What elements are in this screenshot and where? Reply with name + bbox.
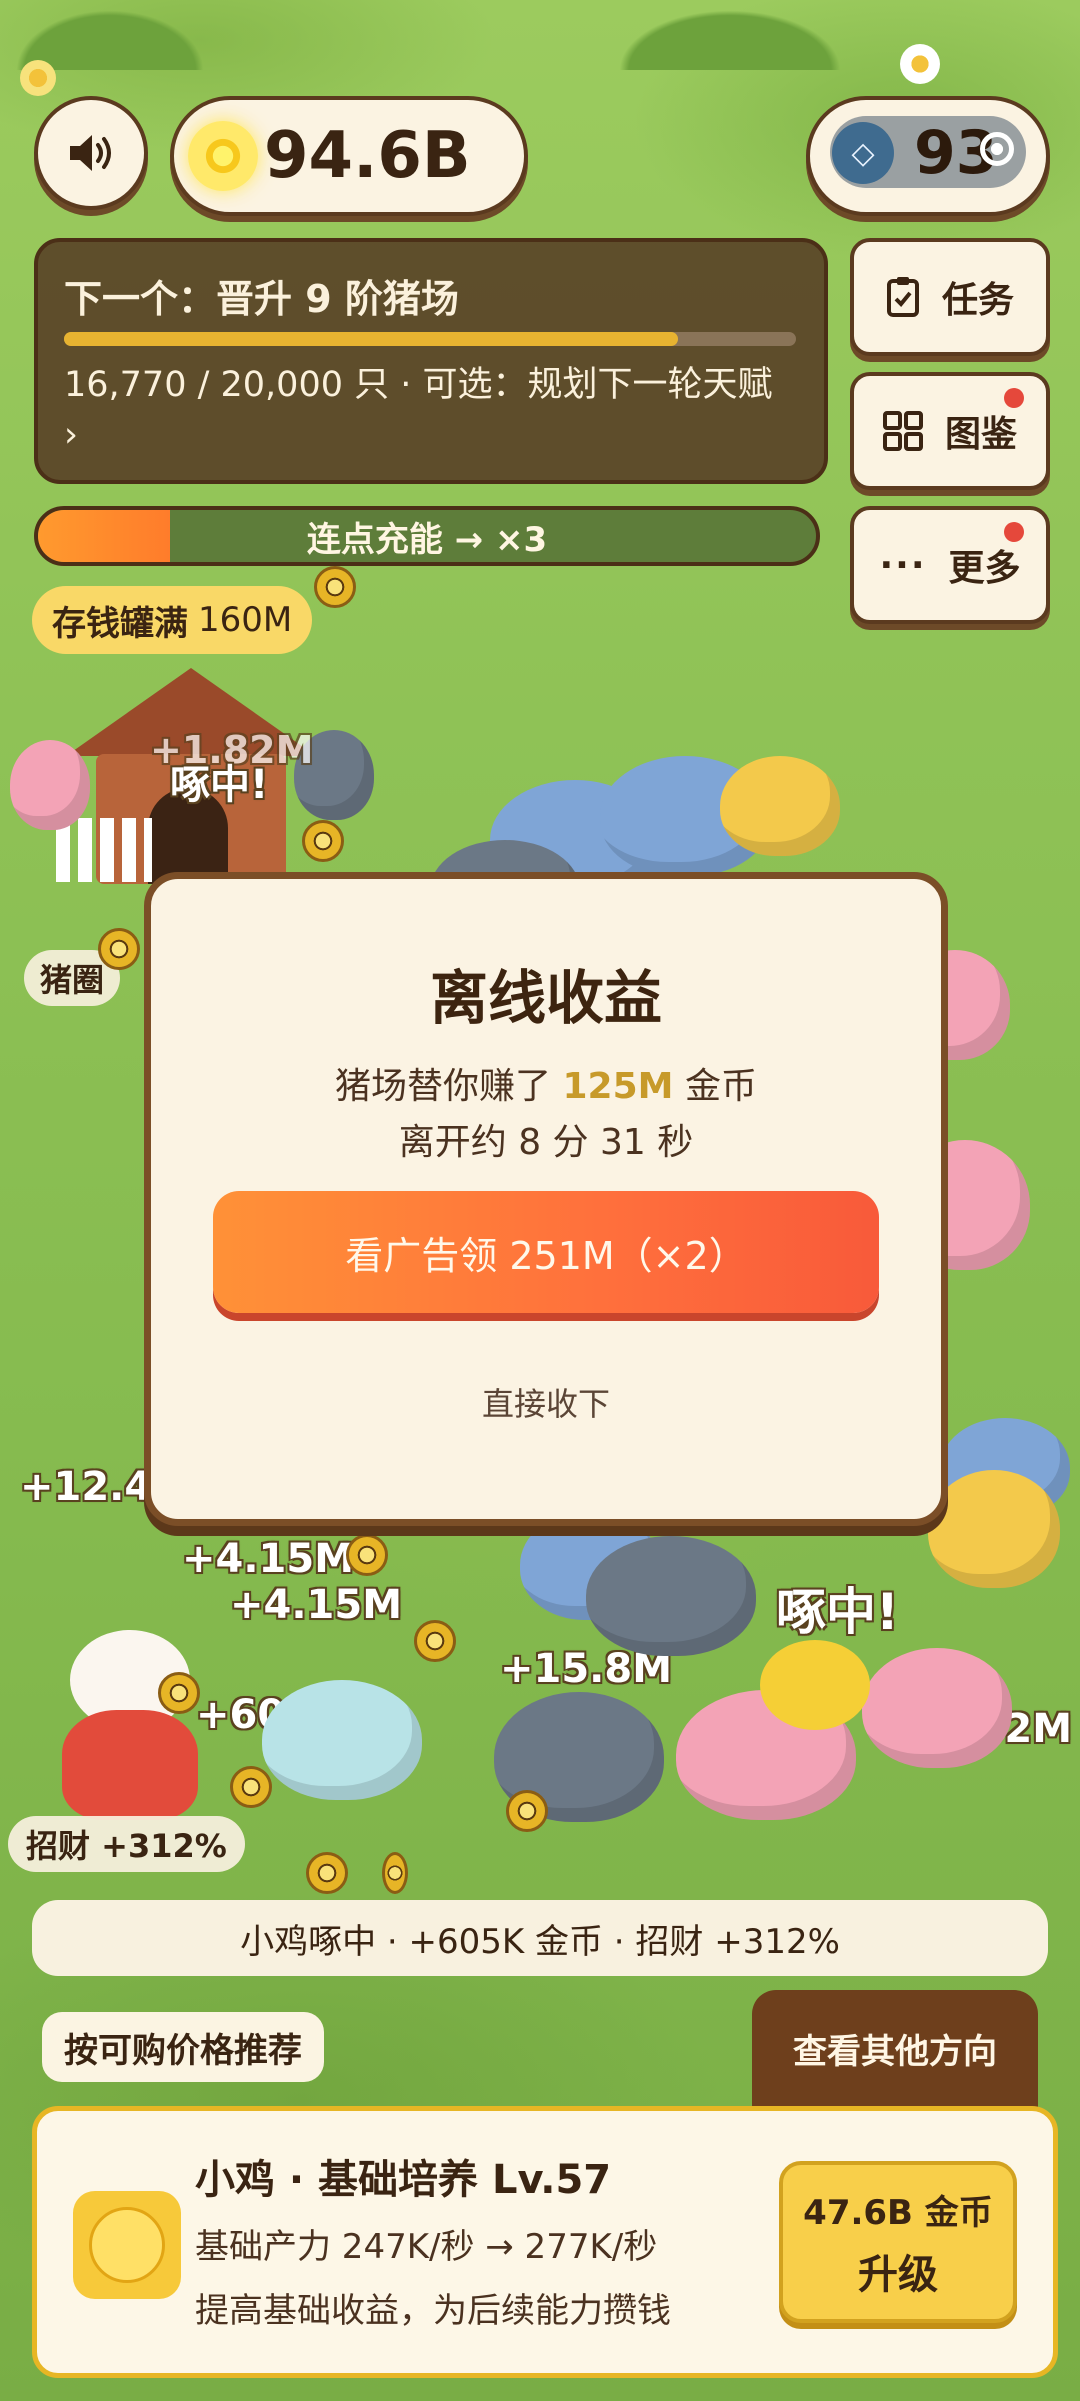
away-time: 离开约 8 分 31 秒	[398, 1122, 694, 1163]
pig[interactable]	[862, 1648, 1012, 1768]
upgrade-button[interactable]: 47.6B 金币 升级	[779, 2161, 1017, 2323]
charge-label: 连点充能 → ×3	[306, 519, 548, 560]
coin-drop[interactable]	[98, 928, 140, 970]
earn-float: +4.15M	[230, 1582, 403, 1628]
upgrade-line-2: 提高基础收益，为后续能力攒钱	[195, 2291, 671, 2331]
earned-amount: 125M	[562, 1066, 674, 1107]
other-direction-label: 查看其他方向	[793, 2032, 997, 2072]
watch-ad-button[interactable]: 看广告领 251M（×2）	[213, 1191, 879, 1313]
watch-ad-label: 看广告领 251M（×2）	[345, 1233, 747, 1278]
collect-directly-button[interactable]: 直接收下	[151, 1379, 941, 1425]
pig[interactable]	[720, 756, 840, 856]
record-icon	[980, 132, 1014, 166]
coin-drop[interactable]	[230, 1766, 272, 1808]
tap-charge-bar[interactable]: 连点充能 → ×3	[34, 506, 820, 566]
more-button[interactable]: ··· 更多	[850, 506, 1050, 624]
flower-icon	[20, 60, 56, 96]
tasks-button[interactable]: 任务	[850, 238, 1050, 356]
ellipsis-icon: ···	[879, 544, 927, 586]
more-label: 更多	[948, 548, 1021, 589]
coin-drop[interactable]	[346, 1534, 388, 1576]
recommend-tab-label: 按可购价格推荐	[64, 2030, 302, 2071]
promotion-progress-panel[interactable]: 下一个：晋升 9 阶猪场 16,770 / 20,000 只 · 可选：规划下一…	[34, 238, 828, 484]
event-text: 小鸡啄中 · +605K 金币 · 招财 +312%	[240, 1921, 840, 1962]
pig[interactable]	[586, 1536, 756, 1656]
coin-drop[interactable]	[382, 1852, 408, 1894]
lucky-cat-body	[62, 1710, 198, 1820]
chick-icon-body	[89, 2207, 165, 2283]
offline-earnings-dialog: 离线收益 猪场替你赚了 125M 金币 离开约 8 分 31 秒 看广告领 25…	[144, 872, 948, 1526]
speaker-icon	[70, 135, 111, 171]
grid-icon	[882, 411, 923, 451]
sound-button[interactable]	[34, 96, 148, 210]
upgrade-line-1: 基础产力 247K/秒 → 277K/秒	[195, 2227, 658, 2267]
coin-icon	[188, 121, 258, 191]
earned-line: 猪场替你赚了 125M 金币	[151, 1057, 941, 1109]
coin-counter: 94.6B	[170, 96, 528, 216]
earn-float: +4.15M	[182, 1536, 355, 1582]
pig[interactable]	[10, 740, 90, 830]
pen-fence	[56, 818, 152, 882]
piggy-bank-value: 160M	[198, 600, 293, 640]
piggy-bank-badge[interactable]: 存钱罐满 160M	[32, 586, 313, 654]
other-direction-button[interactable]: 查看其他方向	[752, 1990, 1038, 2110]
game-screen: 94.6B ◇ 93 下一个：晋升 9 阶猪场 16,770 / 20,000 …	[0, 0, 1080, 2401]
peck-text: 啄中!	[170, 762, 269, 808]
coin-drop[interactable]	[506, 1790, 548, 1832]
progress-track	[64, 332, 796, 346]
upgrade-action: 升级	[858, 2251, 938, 2298]
earn-float: +12.4	[20, 1464, 153, 1510]
peck-text: 啄中!	[776, 1583, 899, 1641]
event-bar: 小鸡啄中 · +605K 金币 · 招财 +312%	[32, 1900, 1048, 1976]
gem-counter[interactable]: ◇ 93	[806, 96, 1050, 216]
piggy-bank-label: 存钱罐满	[52, 603, 188, 644]
progress-detail: 16,770 / 20,000 只 · 可选：规划下一轮天赋 ›	[64, 365, 773, 455]
progress-title: 下一个：晋升 9 阶猪场	[64, 277, 459, 321]
catalog-button[interactable]: 图鉴	[850, 372, 1050, 490]
fortune-badge: 招财 +312%	[8, 1816, 245, 1872]
pen-label: 猪圈	[40, 961, 105, 999]
notification-dot	[1004, 388, 1024, 408]
flower-icon	[900, 44, 940, 84]
chick-character[interactable]	[760, 1640, 870, 1730]
clipboard-check-icon	[886, 277, 919, 317]
upgrade-title: 小鸡 · 基础培养 Lv.57	[195, 2157, 612, 2203]
pig[interactable]	[262, 1680, 422, 1800]
coin-drop[interactable]	[314, 566, 356, 608]
coin-drop[interactable]	[306, 1852, 348, 1894]
upgrade-card: 小鸡 · 基础培养 Lv.57 基础产力 247K/秒 → 277K/秒 提高基…	[32, 2106, 1058, 2378]
lucky-cat[interactable]	[56, 1630, 206, 1820]
coin-drop[interactable]	[302, 820, 344, 862]
progress-fill	[64, 332, 678, 346]
upgrade-cost: 47.6B 金币	[803, 2192, 993, 2233]
notification-dot	[1004, 522, 1024, 542]
tasks-label: 任务	[941, 280, 1014, 321]
catalog-label: 图鉴	[944, 414, 1017, 455]
earned-prefix: 猪场替你赚了	[335, 1066, 552, 1107]
dialog-title: 离线收益	[429, 964, 662, 1032]
diamond-icon: ◇	[832, 122, 894, 184]
coin-drop[interactable]	[158, 1672, 200, 1714]
recommend-tab[interactable]: 按可购价格推荐	[42, 2012, 324, 2082]
coin-drop[interactable]	[414, 1620, 456, 1662]
grass-tuft-decor	[600, 0, 860, 70]
coin-total: 94.6B	[264, 119, 471, 193]
fortune-badge-text: 招财 +312%	[26, 1827, 227, 1865]
earned-suffix: 金币	[684, 1066, 757, 1107]
chick-icon	[73, 2191, 181, 2299]
